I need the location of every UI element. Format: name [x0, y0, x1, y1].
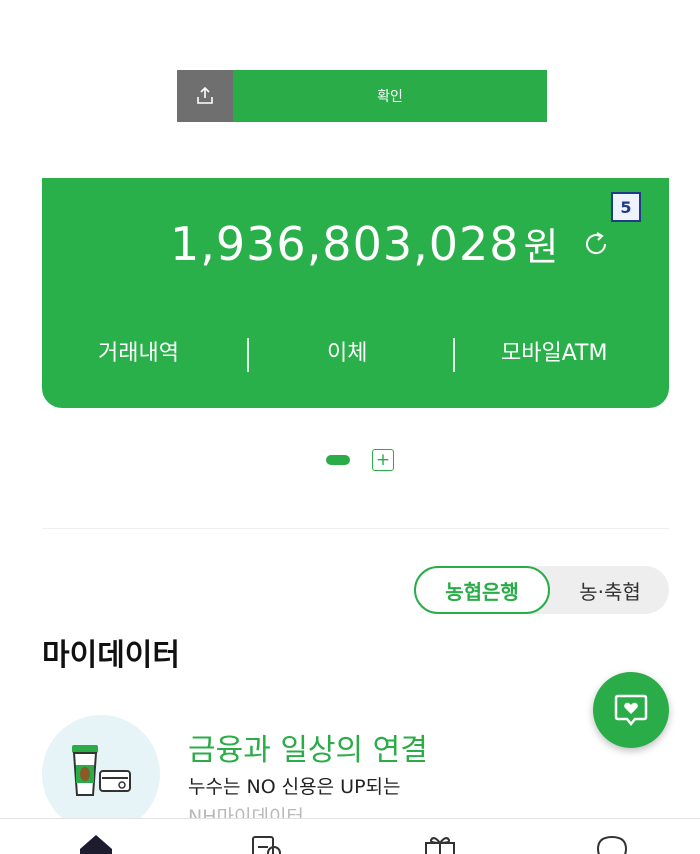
chat-icon[interactable] — [592, 833, 632, 854]
promo-title[interactable]: 금융과 일상의 연결 — [188, 725, 428, 769]
divider — [247, 338, 249, 372]
home-icon[interactable] — [76, 833, 116, 854]
balance-amount: 1,936,803,028 — [170, 217, 520, 271]
bank-option-nh-coop[interactable]: 농·축협 — [560, 566, 660, 614]
balance: 1,936,803,028 원 — [170, 216, 611, 271]
divider — [453, 338, 455, 372]
share-upload-icon — [197, 86, 213, 104]
mobile-atm-button[interactable]: 모바일ATM — [501, 335, 607, 367]
bank-option-nh-bank[interactable]: 농협은행 — [414, 566, 550, 614]
account-balance-card: 5 1,936,803,028 원 거래내역 이체 모바일ATM — [42, 178, 669, 408]
gift-icon[interactable] — [420, 833, 460, 854]
pager-active-dot[interactable] — [326, 455, 350, 465]
chat-heart-icon — [614, 694, 648, 727]
mydata-title: 마이데이터 — [42, 638, 180, 673]
confirm-bar: 확인 — [177, 70, 547, 122]
card-actions: 거래내역 이체 모바일ATM — [42, 326, 669, 376]
chat-button[interactable] — [593, 672, 669, 748]
transaction-history-button[interactable]: 거래내역 — [98, 335, 179, 367]
plus-square-icon[interactable]: + — [372, 449, 394, 471]
coffee-card-icon — [42, 715, 160, 833]
share-button[interactable] — [177, 70, 233, 122]
bottom-navigation — [0, 818, 700, 854]
receipt-icon[interactable] — [245, 833, 285, 854]
confirm-button[interactable]: 확인 — [233, 70, 547, 122]
transfer-button[interactable]: 이체 — [327, 335, 367, 367]
promo-subtitle: 누수는 NO 신용은 UP되는 — [188, 776, 401, 798]
balance-unit: 원 — [523, 225, 559, 269]
section-divider — [42, 528, 669, 529]
bank-toggle: 농협은행 농·축협 — [414, 566, 669, 614]
refresh-icon[interactable] — [581, 229, 611, 259]
promo-subtitle-2: NH마이데이터 — [188, 806, 304, 818]
annotation-badge: 5 — [611, 192, 641, 222]
card-pager: + — [326, 449, 394, 471]
